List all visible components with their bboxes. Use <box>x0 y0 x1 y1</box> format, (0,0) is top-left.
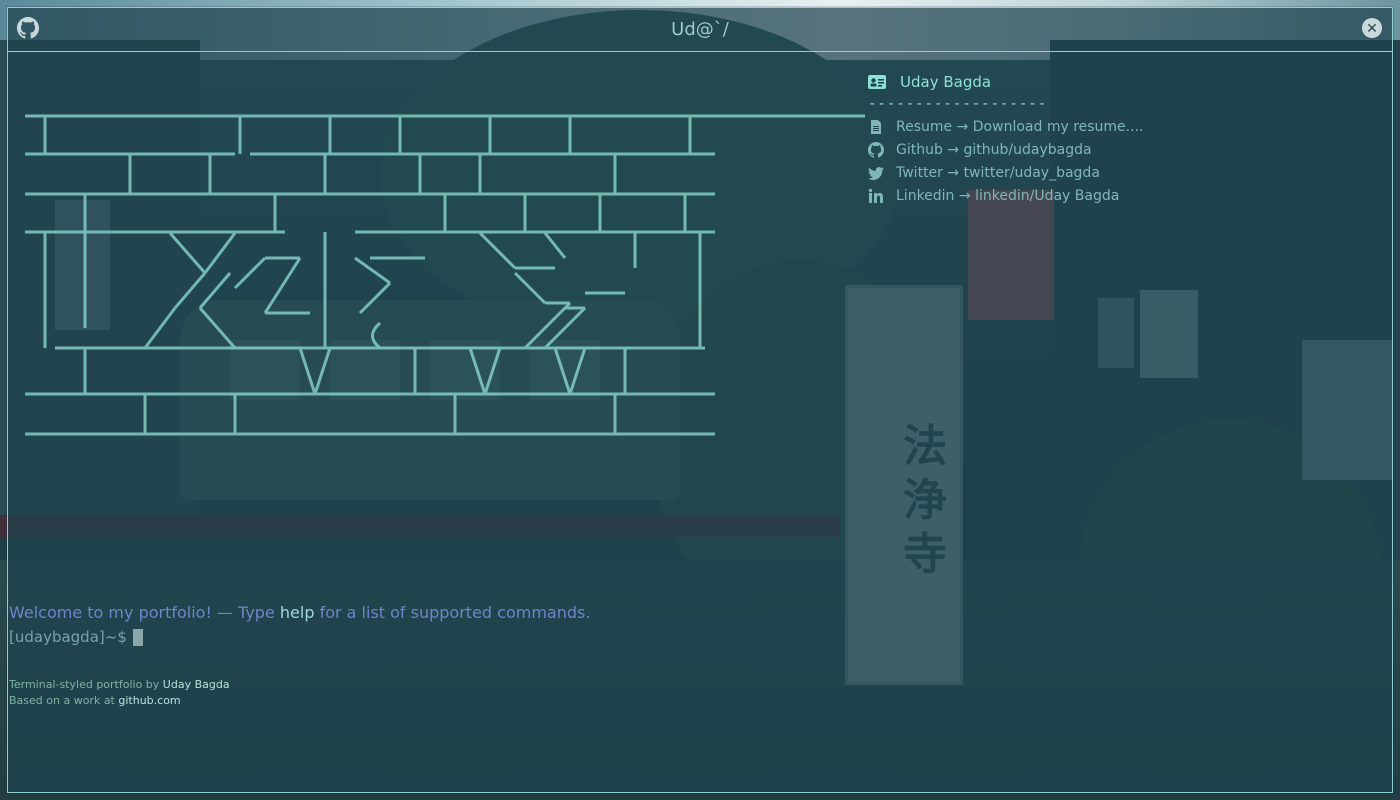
id-card-icon <box>868 75 886 89</box>
close-button[interactable]: ✕ <box>1362 18 1382 38</box>
footer-source-prefix: Based on a work at <box>9 694 119 707</box>
footer-line-source: Based on a work at github.com <box>9 693 230 709</box>
file-icon <box>871 119 881 134</box>
author-link[interactable]: Uday Bagda <box>163 678 230 691</box>
prompt-label: [udaybagda]~$ <box>9 628 127 646</box>
link-target[interactable]: twitter/uday_bagda <box>964 165 1100 181</box>
link-arrow: → <box>958 187 971 204</box>
source-link[interactable]: github.com <box>118 694 180 707</box>
link-label: Twitter <box>896 164 943 181</box>
link-github[interactable]: Github → github/udaybagda <box>868 138 1368 161</box>
link-arrow: → <box>947 141 960 158</box>
link-resume[interactable]: Resume → Download my resume.... <box>868 115 1368 138</box>
profile-divider: ------------------- <box>868 96 1048 112</box>
github-icon <box>868 141 884 158</box>
profile-name: Uday Bagda <box>900 73 992 91</box>
github-icon[interactable] <box>17 17 39 39</box>
ascii-banner-art <box>25 114 865 436</box>
link-target[interactable]: github/udaybagda <box>964 142 1092 158</box>
linkedin-icon <box>868 188 883 203</box>
link-linkedin[interactable]: Linkedin → linkedin/Uday Bagda <box>868 184 1368 207</box>
window-title: Ud@`/ <box>671 19 729 40</box>
twitter-icon <box>868 166 884 180</box>
footer-credits: Terminal-styled portfolio by Uday Bagda … <box>9 677 230 709</box>
command-input[interactable] <box>142 628 343 646</box>
welcome-message: Welcome to my portfolio! — Type help for… <box>9 603 590 622</box>
title-bar: Ud@`/ ✕ <box>8 8 1392 52</box>
profile-panel: Uday Bagda ------------------- Resume → … <box>868 71 1368 207</box>
link-label: Resume <box>896 118 953 135</box>
ascii-banner <box>25 108 865 450</box>
link-target[interactable]: Download my resume.... <box>973 119 1144 135</box>
link-label: Linkedin <box>896 187 955 204</box>
link-arrow: → <box>956 118 969 135</box>
link-arrow: → <box>947 164 960 181</box>
link-target[interactable]: linkedin/Uday Bagda <box>975 188 1119 204</box>
profile-name-row: Uday Bagda <box>868 71 1368 93</box>
terminal-window: Ud@`/ ✕ Uday Bagda ------------------- R… <box>7 7 1393 793</box>
footer-author-prefix: Terminal-styled portfolio by <box>9 678 163 691</box>
link-twitter[interactable]: Twitter → twitter/uday_bagda <box>868 161 1368 184</box>
terminal-prompt[interactable]: [udaybagda]~$ <box>9 628 343 646</box>
welcome-text-before: Welcome to my portfolio! — Type <box>9 603 280 622</box>
terminal-cursor <box>132 628 143 646</box>
welcome-text-after: for a list of supported commands. <box>314 603 591 622</box>
link-label: Github <box>896 141 943 158</box>
footer-line-author: Terminal-styled portfolio by Uday Bagda <box>9 677 230 693</box>
help-command: help <box>279 603 315 622</box>
